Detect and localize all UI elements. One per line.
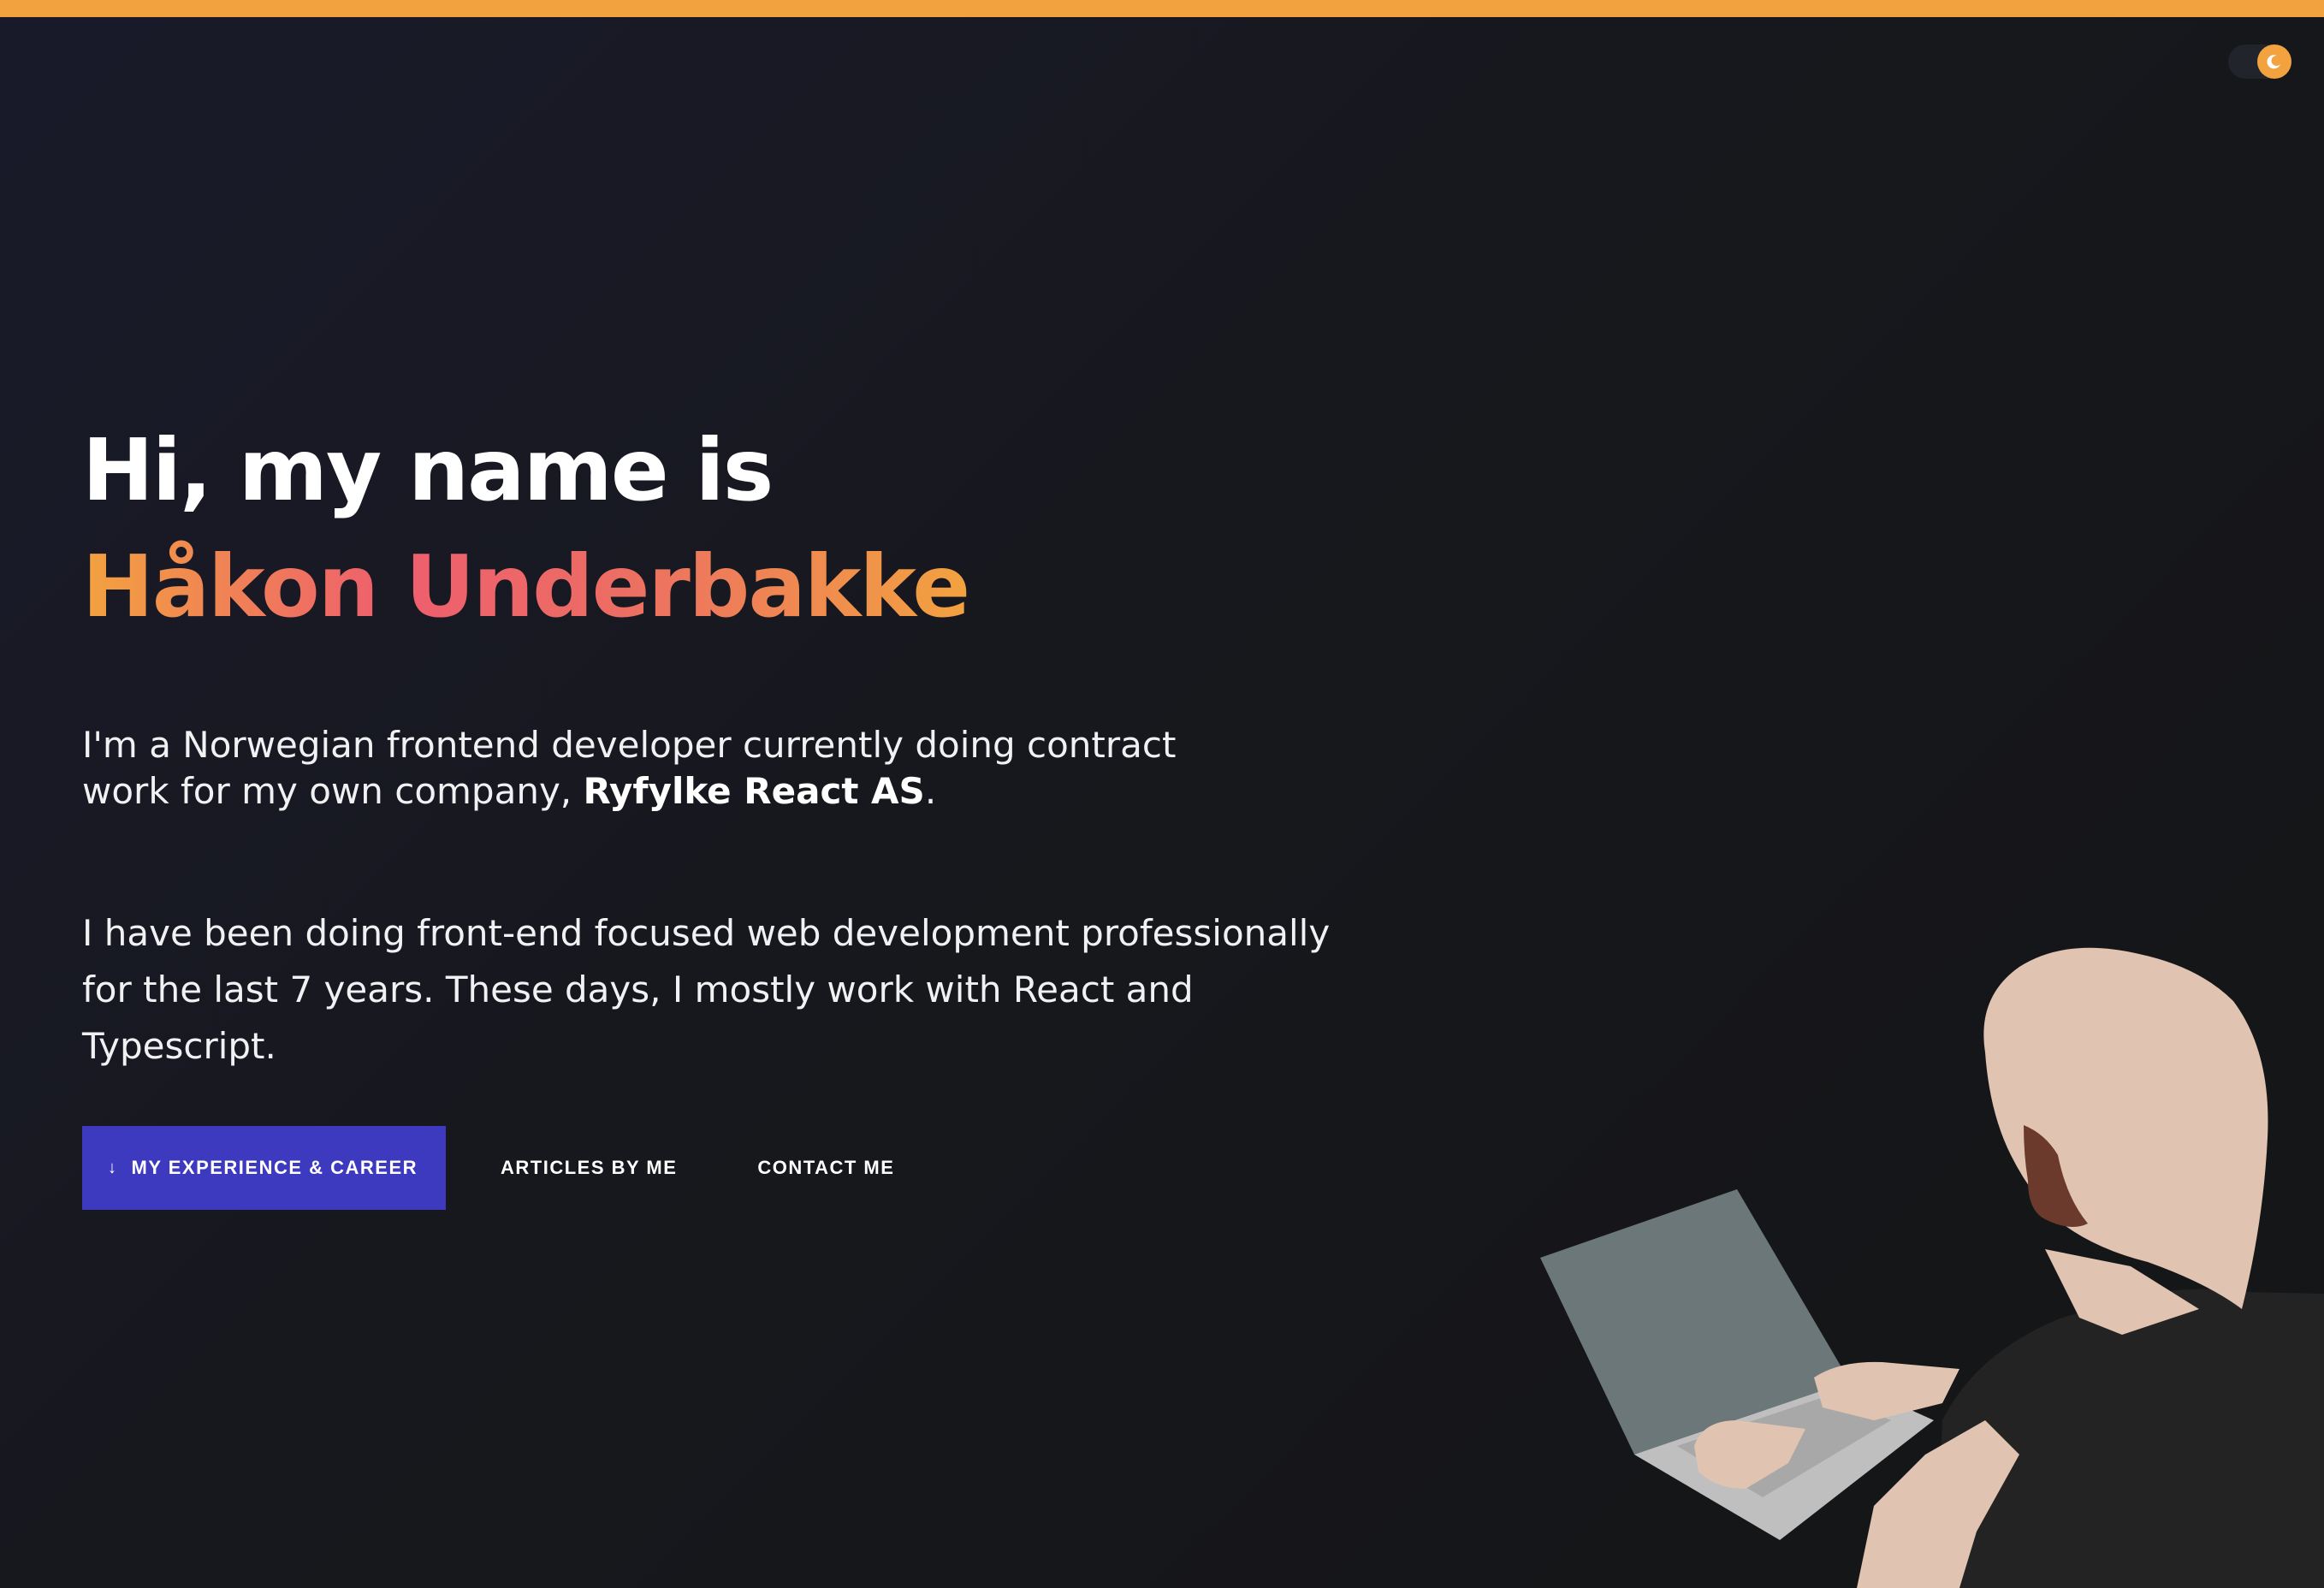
hero-heading: Hi, my name is Håkon Underbakke: [82, 412, 970, 645]
moon-icon: [2267, 55, 2280, 69]
hero-experience: I have been doing front-end focused web …: [82, 912, 1331, 1067]
contact-button[interactable]: CONTACT ME: [730, 1126, 922, 1210]
company-name: Ryfylke React AS: [583, 770, 925, 812]
hero-intro: I'm a Norwegian frontend developer curre…: [82, 722, 1195, 815]
contact-label: CONTACT ME: [757, 1157, 895, 1178]
experience-career-button[interactable]: ↓ MY EXPERIENCE & CAREER: [82, 1126, 446, 1210]
hero-name: Håkon Underbakke: [82, 529, 970, 645]
hero-greeting: Hi, my name is: [82, 420, 774, 520]
intro-suffix: .: [924, 770, 937, 812]
developer-laptop-illustration: [1540, 947, 2324, 1588]
articles-label: ARTICLES BY ME: [501, 1157, 678, 1178]
theme-toggle-knob[interactable]: [2257, 44, 2291, 79]
experience-career-label: MY EXPERIENCE & CAREER: [131, 1157, 418, 1178]
articles-button[interactable]: ARTICLES BY ME: [473, 1126, 704, 1210]
hero-actions: ↓ MY EXPERIENCE & CAREER ARTICLES BY ME …: [82, 1126, 922, 1210]
top-accent-bar: [0, 0, 2324, 17]
arrow-down-icon: ↓: [108, 1158, 118, 1177]
theme-toggle[interactable]: [2228, 44, 2291, 79]
